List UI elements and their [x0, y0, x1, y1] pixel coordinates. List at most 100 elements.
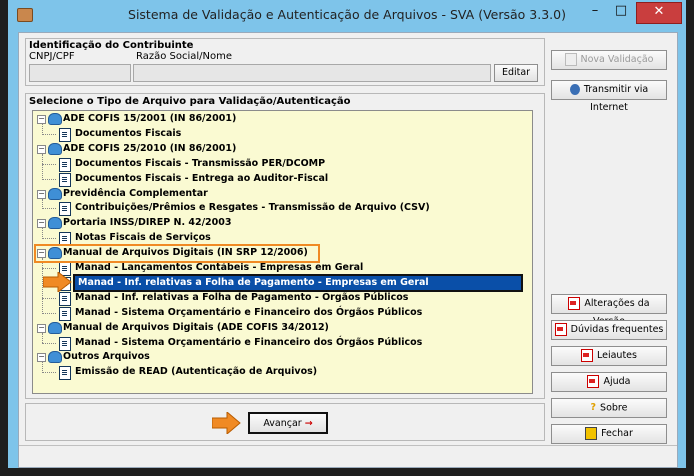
main-window: Sistema de Validação e Autenticação de A… [8, 0, 686, 468]
nova-validacao-label: Nova Validação [580, 54, 654, 65]
pdf-icon [554, 323, 567, 336]
highlight-box [34, 244, 320, 264]
ajuda-label: Ajuda [603, 376, 631, 387]
sobre-label: Sobre [600, 402, 628, 414]
document-icon [59, 172, 71, 187]
orange-arrow-icon [212, 412, 241, 434]
tree-connector [42, 312, 56, 314]
maximize-button[interactable]: □ [610, 2, 632, 22]
cnpj-label: CNPJ/CPF [29, 51, 75, 62]
leiautes-button[interactable]: Leiautes [551, 346, 667, 366]
avancar-button[interactable]: Avançar → [248, 412, 328, 434]
collapse-icon[interactable]: − [37, 189, 46, 199]
orange-arrow-icon [43, 271, 72, 292]
tree-document-item[interactable]: Documentos Fiscais [75, 127, 181, 141]
pdf-icon [581, 349, 593, 362]
tree-connector [42, 268, 56, 269]
duvidas-label: Dúvidas frequentes [570, 324, 664, 335]
tree-selected-item[interactable]: Manad - Inf. relativas a Folha de Pagame… [73, 273, 523, 292]
tree-connector [42, 178, 56, 180]
leiautes-label: Leiautes [597, 350, 637, 361]
transmitir-button[interactable]: Transmitir via Internet [551, 80, 667, 113]
tree-connector [42, 372, 56, 374]
tree-folder-item[interactable]: ADE COFIS 25/2010 (IN 86/2001) [63, 142, 236, 156]
tree-connector [42, 133, 56, 135]
exit-door-icon [585, 427, 598, 440]
collapse-icon[interactable]: − [37, 144, 46, 154]
tree-connector [42, 332, 43, 344]
folder-icon [48, 113, 62, 125]
edit-button[interactable]: Editar [494, 64, 538, 82]
document-icon [59, 291, 71, 306]
tree-document-item[interactable]: Manad - Inf. relativas a Folha de Pagame… [75, 291, 408, 305]
transmitir-label: Transmitir via Internet [583, 84, 649, 113]
razao-label: Razão Social/Nome [136, 51, 233, 62]
tree-folder-item[interactable]: Portaria INSS/DIREP N. 42/2003 [63, 216, 232, 230]
tree-document-item[interactable]: Emissão de READ (Autenticação de Arquivo… [75, 365, 317, 379]
tree-connector [42, 238, 56, 240]
tree-connector [42, 208, 56, 210]
red-arrow-icon: → [304, 418, 313, 429]
pdf-icon [568, 297, 581, 310]
close-button[interactable]: ✕ [636, 2, 682, 24]
folder-icon [48, 321, 62, 334]
tree-connector [42, 362, 43, 374]
tree-connector [42, 198, 43, 210]
tree-folder-item[interactable]: Outros Arquivos [63, 350, 150, 364]
tree-connector [42, 163, 56, 165]
tree-folder-item[interactable]: ADE COFIS 15/2001 (IN 86/2001) [63, 112, 236, 126]
title-bar: Sistema de Validação e Autenticação de A… [8, 0, 686, 30]
fechar-button[interactable]: Fechar [551, 424, 667, 444]
user-network-icon [569, 84, 580, 95]
sobre-button[interactable]: ? Sobre [551, 398, 667, 418]
tree-document-item[interactable]: Contribuições/Prêmios e Resgates - Trans… [75, 201, 430, 215]
document-icon [59, 336, 71, 351]
advance-group: Avançar → [25, 403, 545, 441]
fechar-label: Fechar [601, 428, 633, 439]
nova-validacao-button[interactable]: Nova Validação [551, 50, 667, 70]
tree-document-item[interactable]: Notas Fiscais de Serviços [75, 231, 211, 245]
file-type-group: Selecione o Tipo de Arquivo para Validaç… [25, 93, 545, 399]
folder-icon [48, 142, 62, 155]
tree-connector [42, 297, 56, 299]
contribuinte-title: Identificação do Contribuinte [29, 40, 194, 51]
razao-field[interactable] [133, 64, 491, 82]
collapse-icon[interactable]: − [37, 219, 46, 229]
side-panel: Nova Validação Transmitir via Internet A… [551, 38, 669, 466]
duvidas-button[interactable]: Dúvidas frequentes [551, 320, 667, 340]
minimize-button[interactable]: – [584, 2, 606, 22]
tree-folder-item[interactable]: Manual de Arquivos Digitais (ADE COFIS 3… [63, 321, 329, 335]
question-icon: ? [590, 402, 597, 413]
document-icon [59, 306, 71, 321]
tree-document-item[interactable]: Documentos Fiscais - Transmissão PER/DCO… [75, 157, 325, 171]
collapse-icon[interactable]: − [37, 323, 46, 333]
tree-document-item[interactable]: Manad - Lançamentos Contábeis - Empresas… [75, 261, 363, 275]
tree-document-item[interactable]: Manad - Sistema Orçamentário e Financeir… [75, 336, 422, 350]
document-icon [59, 202, 71, 217]
client-area: Identificação do Contribuinte CNPJ/CPF R… [18, 32, 678, 468]
folder-icon [48, 187, 62, 200]
tree-document-item[interactable]: Manad - Sistema Orçamentário e Financeir… [75, 306, 422, 320]
document-icon [59, 157, 71, 172]
document-icon [59, 366, 71, 381]
avancar-label: Avançar [263, 418, 302, 429]
tree-connector [42, 228, 43, 240]
document-icon [564, 53, 577, 66]
file-type-title: Selecione o Tipo de Arquivo para Validaç… [29, 96, 351, 107]
status-bar [19, 445, 677, 466]
folder-icon [48, 351, 62, 364]
tree-document-item[interactable]: Documentos Fiscais - Entrega ao Auditor-… [75, 172, 328, 186]
collapse-icon[interactable]: − [37, 353, 46, 363]
alteracoes-button[interactable]: Alterações da Versão [551, 294, 667, 327]
file-type-tree[interactable]: − ADE COFIS 15/2001 (IN 86/2001) Documento… [32, 110, 533, 394]
pdf-icon [587, 375, 600, 388]
contribuinte-group: Identificação do Contribuinte CNPJ/CPF R… [25, 38, 545, 86]
document-icon [59, 127, 71, 142]
folder-icon [48, 217, 62, 230]
cnpj-field[interactable] [29, 64, 131, 82]
tree-connector [42, 153, 43, 180]
tree-connector [42, 342, 56, 344]
collapse-icon[interactable]: − [37, 115, 46, 124]
tree-folder-item[interactable]: Previdência Complementar [63, 187, 208, 201]
ajuda-button[interactable]: Ajuda [551, 372, 667, 392]
